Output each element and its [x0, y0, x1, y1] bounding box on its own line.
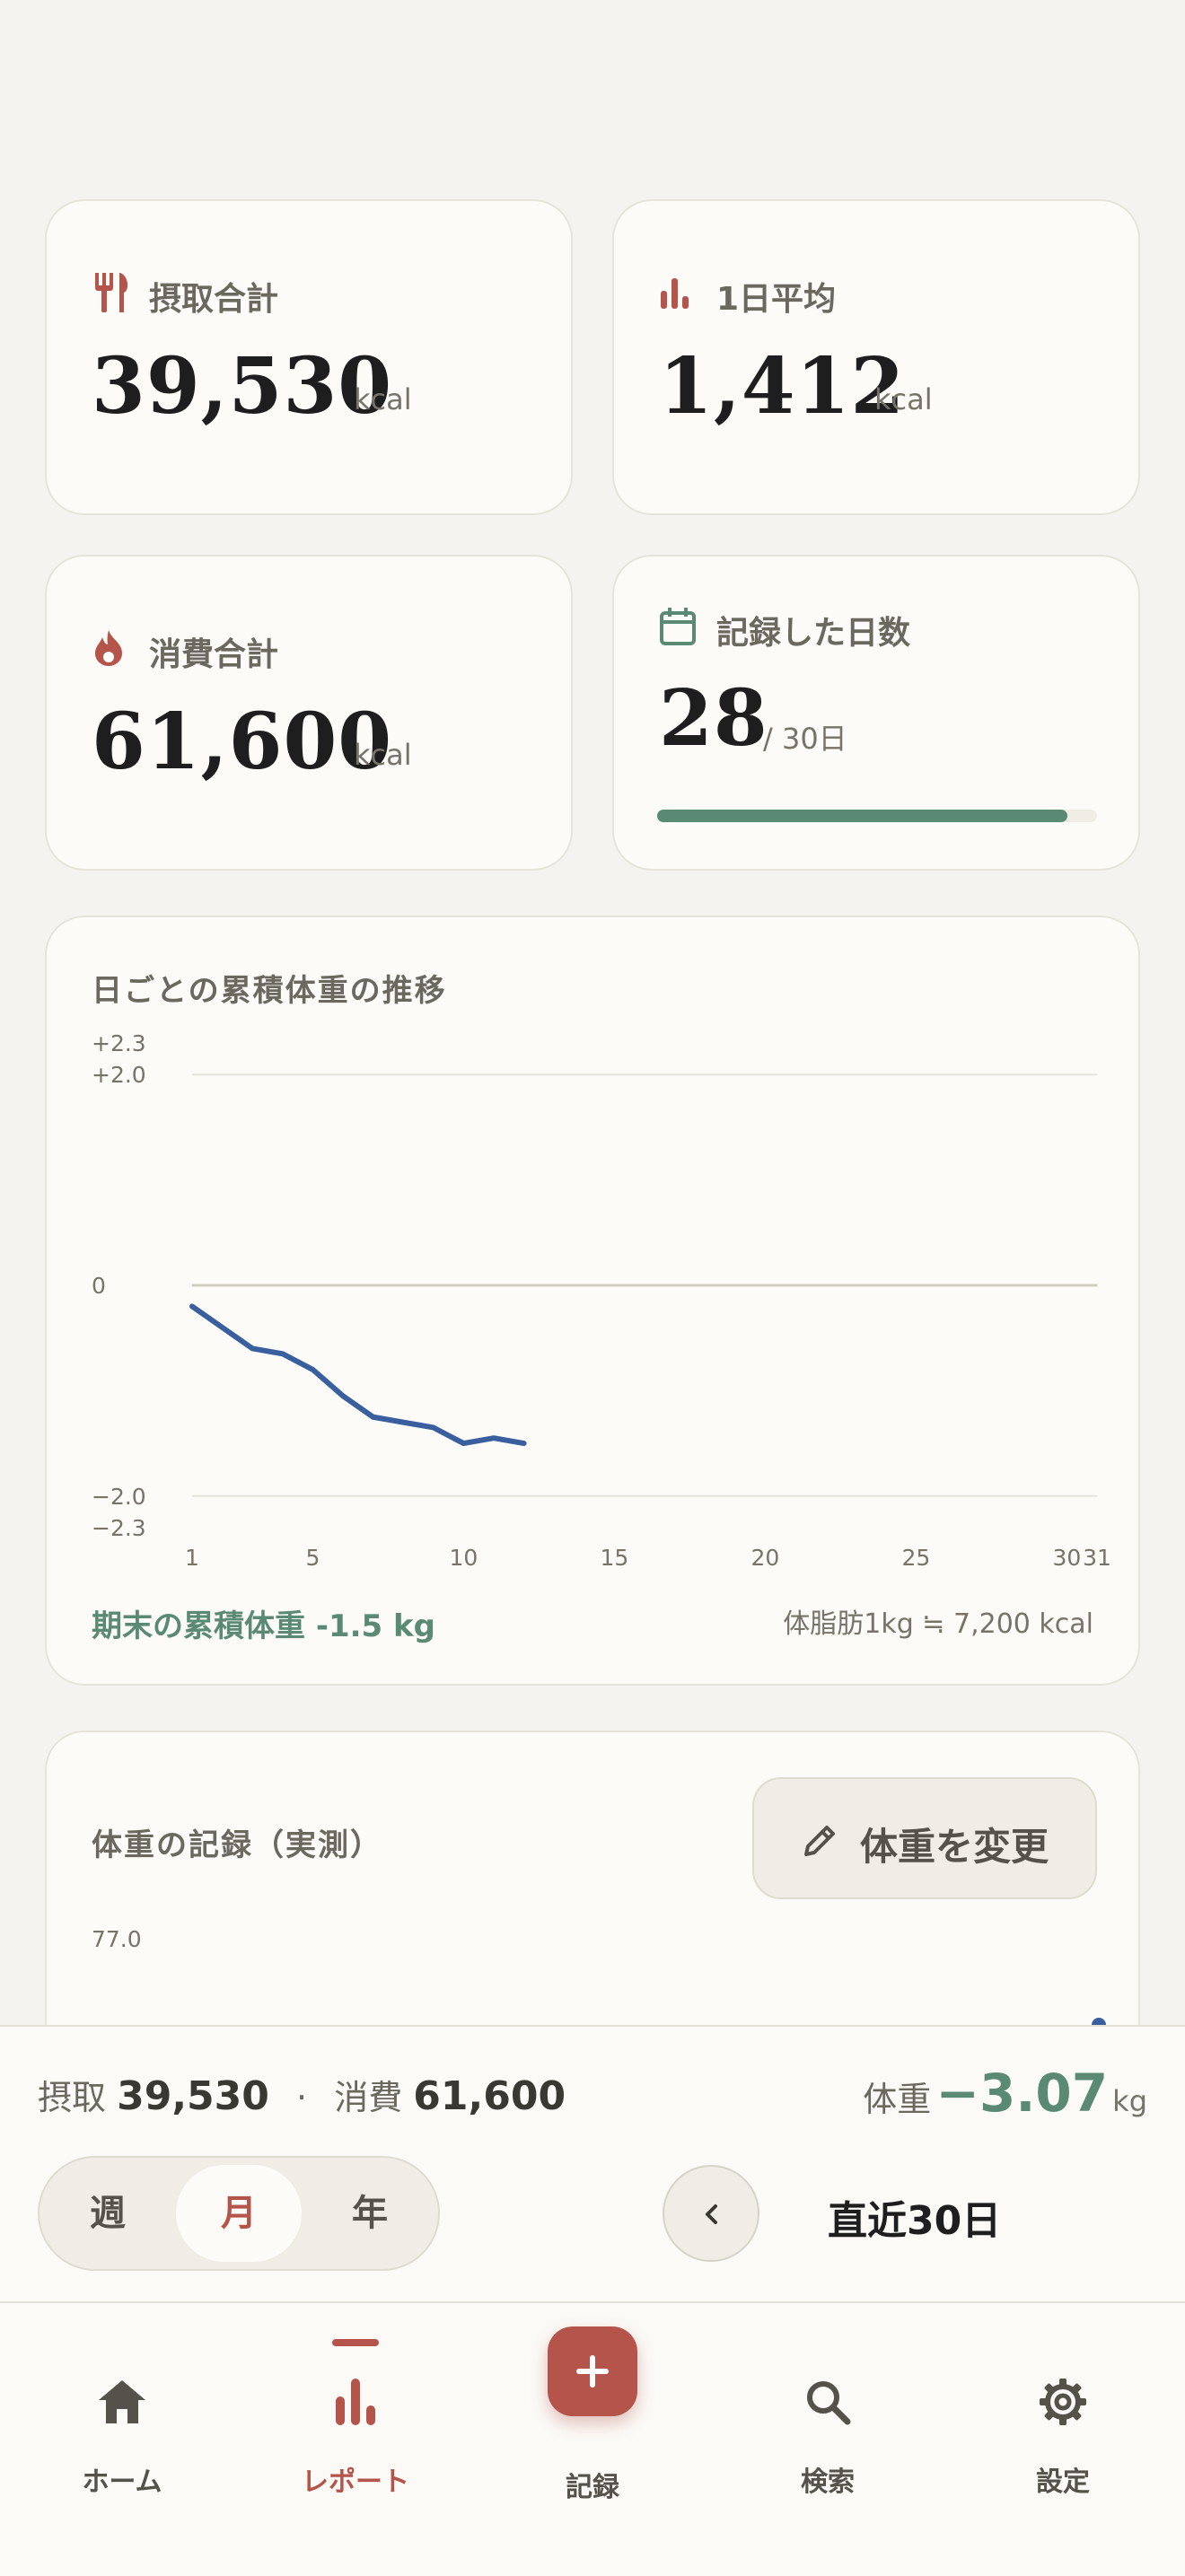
daily-average-label: 1日平均	[716, 281, 837, 318]
active-indicator	[332, 2339, 379, 2346]
nav-search-label: 検索	[801, 2466, 855, 2498]
recorded-days-progress	[657, 810, 1097, 822]
cumulative-footer-right: 体脂肪1kg ≒ 7,200 kcal	[783, 1608, 1093, 1640]
plus-icon	[576, 2355, 609, 2388]
summary-weight: 体重 −3.07 kg	[863, 2063, 1147, 2124]
previous-period-button[interactable]	[663, 2165, 759, 2262]
segment-week[interactable]: 週	[45, 2165, 171, 2262]
nav-search[interactable]: 検索	[738, 2339, 917, 2519]
x-tick-label: 15	[600, 1545, 628, 1571]
record-button[interactable]	[548, 2326, 637, 2416]
segment-year[interactable]: 年	[307, 2165, 433, 2262]
intake-total-card: 摂取合計 39,530 kcal	[45, 199, 573, 515]
x-tick-label: 20	[750, 1545, 779, 1571]
burned-total-unit: kcal	[354, 738, 412, 772]
summary-weight-label: 体重	[863, 2080, 932, 2119]
x-tick-label: 5	[305, 1545, 320, 1571]
period-segmented-control: 週 月 年	[38, 2156, 440, 2271]
nav-report[interactable]: レポート	[266, 2339, 445, 2519]
recorded-days-card: 記録した日数 28 / 30日	[612, 555, 1140, 871]
intake-total-unit: kcal	[354, 382, 412, 416]
daily-average-unit: kcal	[874, 382, 933, 416]
cumulative-weight-chart: +2.3+2.00−2.0−2.31 5 10 15 20 25 30 31	[92, 1030, 1111, 1571]
burned-total-value: 61,600	[92, 697, 393, 787]
nav-record[interactable]: 記録	[503, 2321, 682, 2503]
nav-home-label: ホーム	[82, 2466, 162, 2498]
recorded-days-value: 28	[659, 673, 768, 764]
x-tick-label: 31	[1083, 1545, 1111, 1571]
weight-record-title: 体重の記録（実測）	[92, 1827, 382, 1863]
pencil-icon	[804, 1826, 835, 1856]
nav-record-label: 記録	[566, 2472, 619, 2503]
bar-chart-icon	[661, 278, 689, 309]
nav-settings-label: 設定	[1036, 2466, 1090, 2498]
nav-home[interactable]: ホーム	[32, 2339, 212, 2519]
y-tick-label: +2.0	[92, 1062, 146, 1088]
summary-bar: 摂取 39,530 · 消費 61,600 体重 −3.07 kg 週 月 年 …	[0, 2025, 1185, 2303]
intake-total-label: 摂取合計	[149, 281, 279, 318]
search-icon	[807, 2381, 851, 2425]
summary-burn-label: 消費	[334, 2078, 403, 2117]
calendar-icon	[660, 608, 696, 645]
recorded-days-label: 記録した日数	[716, 615, 911, 652]
summary-totals: 摂取 39,530 · 消費 61,600	[38, 2070, 566, 2119]
summary-intake-value: 39,530	[117, 2073, 269, 2119]
cumulative-weight-card: 日ごとの累積体重の推移 +2.3 +2.0 0 −2.0 −2.3 1 5 10 15 20 25 3…	[45, 916, 1140, 1686]
burned-total-label: 消費合計	[149, 636, 279, 673]
burned-total-card: 消費合計 61,600 kcal	[45, 555, 573, 871]
daily-average-card: 1日平均 1,412 kcal	[612, 199, 1140, 515]
bar-chart-icon	[336, 2379, 375, 2425]
summary-intake-label: 摂取	[38, 2078, 107, 2117]
summary-burn-value: 61,600	[413, 2073, 566, 2119]
cumulative-footer-left: 期末の累積体重 -1.5 kg	[92, 1608, 435, 1644]
y-tick-label: +2.3	[92, 1030, 146, 1056]
x-tick-label: 30	[1052, 1545, 1081, 1571]
intake-total-value: 39,530	[92, 341, 393, 432]
nav-report-label: レポート	[302, 2466, 409, 2498]
summary-weight-value: −3.07	[935, 2063, 1109, 2124]
daily-average-value: 1,412	[659, 341, 906, 432]
x-tick-label: 25	[901, 1545, 930, 1571]
change-weight-label: 体重を変更	[860, 1825, 1049, 1869]
recorded-days-suffix: / 30日	[763, 722, 847, 756]
y-tick-label: 0	[92, 1273, 106, 1299]
change-weight-button[interactable]: 体重を変更	[752, 1777, 1097, 1899]
series-line	[189, 1303, 527, 1447]
x-tick-label: 1	[185, 1545, 199, 1571]
nav-settings[interactable]: 設定	[973, 2339, 1153, 2519]
chevron-left-icon	[706, 2204, 717, 2224]
weight-y-tick: 77.0	[92, 1926, 142, 1952]
gear-icon	[1040, 2379, 1086, 2425]
bottom-nav: ホーム レポート 記録 検索 設定	[0, 2301, 1185, 2576]
y-tick-label: −2.0	[92, 1484, 146, 1510]
flame-icon	[95, 630, 122, 666]
summary-weight-unit: kg	[1112, 2084, 1147, 2118]
fork-knife-icon	[95, 273, 128, 312]
y-tick-label: −2.3	[92, 1515, 146, 1541]
summary-separator: ·	[296, 2078, 308, 2117]
period-range-label: 直近30日	[828, 2198, 1002, 2244]
x-tick-label: 10	[449, 1545, 478, 1571]
home-icon	[99, 2380, 145, 2423]
segment-month[interactable]: 月	[176, 2165, 302, 2262]
